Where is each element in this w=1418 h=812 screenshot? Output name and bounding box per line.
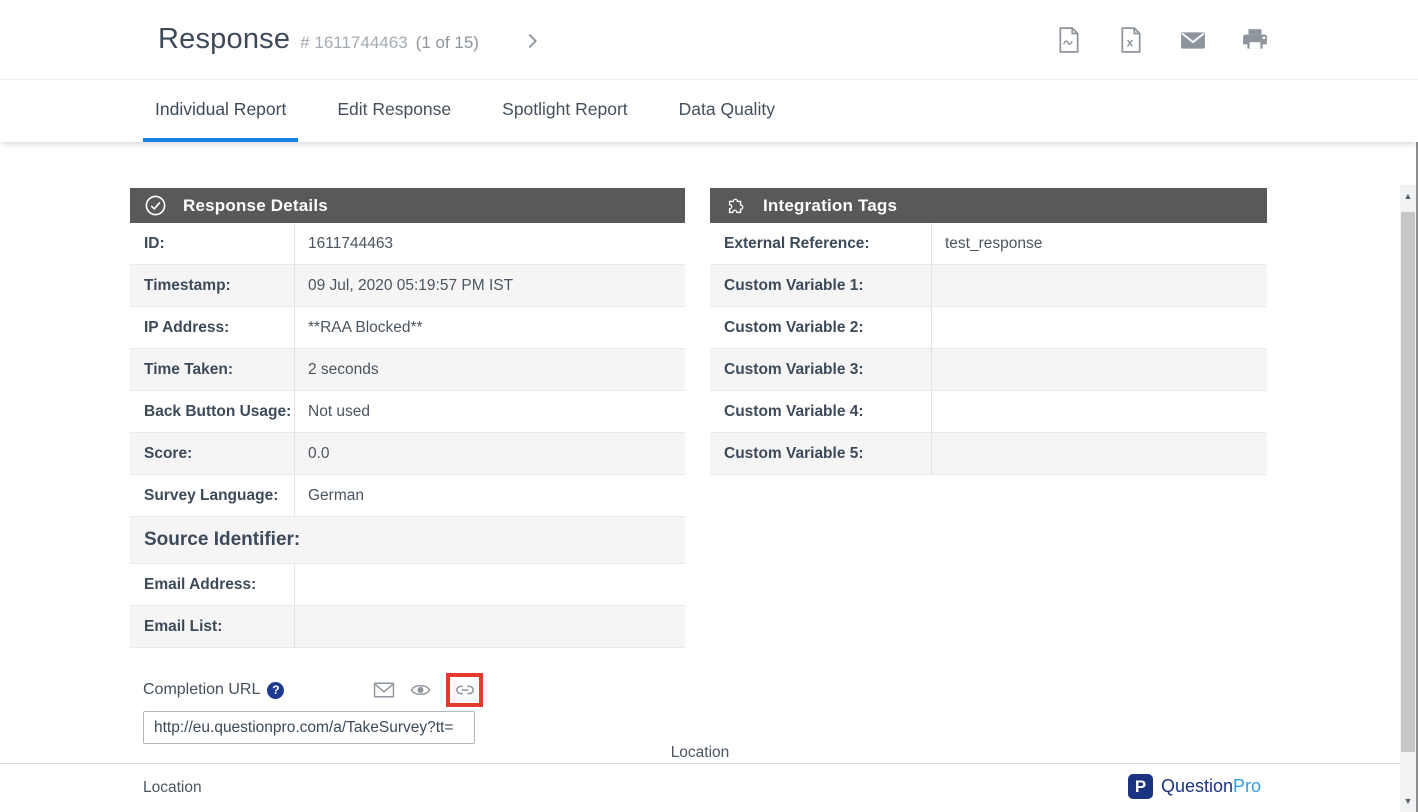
svg-text:x: x	[1127, 35, 1134, 49]
row-value	[932, 265, 1267, 306]
scrollbar-thumb[interactable]	[1401, 212, 1415, 752]
table-row: ID:1611744463	[130, 223, 685, 265]
eye-icon	[410, 682, 431, 698]
next-response-button[interactable]	[521, 30, 543, 52]
scroll-down-button[interactable]: ▼	[1400, 790, 1416, 812]
vertical-scrollbar[interactable]: ▲ ▼	[1400, 185, 1416, 812]
row-value	[932, 349, 1267, 390]
panel-title: Integration Tags	[763, 196, 897, 216]
footer-divider	[0, 763, 1400, 764]
completion-url-section: Completion URL ?	[143, 672, 483, 744]
row-value: test_response	[932, 223, 1267, 264]
row-label: Score:	[130, 433, 295, 474]
row-label: Back Button Usage:	[130, 391, 295, 432]
tab-edit-response[interactable]: Edit Response	[325, 81, 463, 142]
row-label: Custom Variable 3:	[710, 349, 932, 390]
row-label: IP Address:	[130, 307, 295, 348]
row-label: ID:	[130, 223, 295, 264]
table-row: IP Address:**RAA Blocked**	[130, 307, 685, 349]
brand-text-pro: Pro	[1233, 776, 1261, 797]
table-row: Timestamp:09 Jul, 2020 05:19:57 PM IST	[130, 265, 685, 307]
row-label: Email List:	[130, 606, 295, 647]
email-url-button[interactable]	[373, 681, 395, 699]
page-header: Response # 1611744463 (1 of 15) x	[0, 0, 1418, 80]
row-label: Timestamp:	[130, 265, 295, 306]
row-label: Custom Variable 2:	[710, 307, 932, 348]
excel-file-icon: x	[1119, 27, 1143, 53]
table-row: Custom Variable 4:	[710, 391, 1267, 433]
questionpro-logo[interactable]: P QuestionPro	[1128, 774, 1261, 799]
pdf-file-icon	[1057, 27, 1081, 53]
puzzle-icon	[724, 194, 747, 217]
panel-title: Response Details	[183, 196, 328, 216]
response-viewer-page: Response # 1611744463 (1 of 15) x	[0, 0, 1418, 812]
table-row: External Reference:test_response	[710, 223, 1267, 265]
tab-spotlight-report[interactable]: Spotlight Report	[490, 81, 640, 142]
completion-url-input[interactable]	[143, 711, 475, 744]
questionpro-logo-icon: P	[1128, 774, 1153, 799]
chevron-right-icon	[521, 30, 543, 52]
row-label: Survey Language:	[130, 475, 295, 516]
row-label: Custom Variable 5:	[710, 433, 932, 474]
row-value: 1611744463	[295, 223, 685, 264]
table-row: Custom Variable 1:	[710, 265, 1267, 307]
table-row: Custom Variable 3:	[710, 349, 1267, 391]
print-button[interactable]	[1242, 27, 1268, 53]
scroll-up-button[interactable]: ▲	[1400, 185, 1416, 207]
row-value: 0.0	[295, 433, 685, 474]
table-row: Time Taken:2 seconds	[130, 349, 685, 391]
copy-link-button[interactable]	[455, 683, 475, 697]
table-row: Survey Language:German	[130, 475, 685, 517]
table-row: Email List:	[130, 606, 685, 648]
preview-url-button[interactable]	[410, 682, 431, 698]
response-details-panel: Response Details ID:1611744463 Timestamp…	[130, 188, 685, 648]
printer-icon	[1242, 28, 1268, 52]
row-label: Custom Variable 4:	[710, 391, 932, 432]
integration-tags-header: Integration Tags	[710, 188, 1267, 223]
location-heading: Location	[143, 779, 202, 797]
export-excel-button[interactable]: x	[1118, 27, 1144, 53]
row-value: Not used	[295, 391, 685, 432]
annotation-highlight	[446, 673, 483, 707]
envelope-outline-icon	[373, 681, 395, 699]
help-icon[interactable]: ?	[267, 682, 284, 699]
tab-data-quality[interactable]: Data Quality	[667, 81, 787, 142]
row-value: German	[295, 475, 685, 516]
row-value	[295, 564, 685, 605]
row-label: External Reference:	[710, 223, 932, 264]
table-row: Back Button Usage:Not used	[130, 391, 685, 433]
source-identifier-section: Source Identifier:	[130, 517, 685, 564]
mail-icon	[1180, 29, 1206, 51]
brand-text-question: Question	[1161, 776, 1233, 797]
check-circle-icon	[144, 194, 167, 217]
email-response-button[interactable]	[1180, 27, 1206, 53]
page-title: Response	[158, 23, 290, 56]
row-value	[932, 391, 1267, 432]
row-value: **RAA Blocked**	[295, 307, 685, 348]
report-tabs: Individual Report Edit Response Spotligh…	[0, 81, 1418, 142]
link-icon	[455, 683, 475, 697]
table-row: Custom Variable 2:	[710, 307, 1267, 349]
response-details-header: Response Details	[130, 188, 685, 223]
row-value	[932, 307, 1267, 348]
row-label: Custom Variable 1:	[710, 265, 932, 306]
table-row: Custom Variable 5:	[710, 433, 1267, 475]
export-pdf-button[interactable]	[1056, 27, 1082, 53]
response-count: (1 of 15)	[416, 33, 479, 53]
row-value	[932, 433, 1267, 474]
row-label: Time Taken:	[130, 349, 295, 390]
integration-tags-panel: Integration Tags External Reference:test…	[710, 188, 1267, 475]
row-label: Email Address:	[130, 564, 295, 605]
table-row: Score:0.0	[130, 433, 685, 475]
completion-url-label: Completion URL	[143, 681, 260, 699]
response-id: # 1611744463	[300, 33, 407, 53]
table-row: Email Address:	[130, 564, 685, 606]
location-section-title: Location	[0, 744, 1400, 762]
row-value: 09 Jul, 2020 05:19:57 PM IST	[295, 265, 685, 306]
row-value: 2 seconds	[295, 349, 685, 390]
tab-individual-report[interactable]: Individual Report	[143, 81, 298, 142]
row-value	[295, 606, 685, 647]
